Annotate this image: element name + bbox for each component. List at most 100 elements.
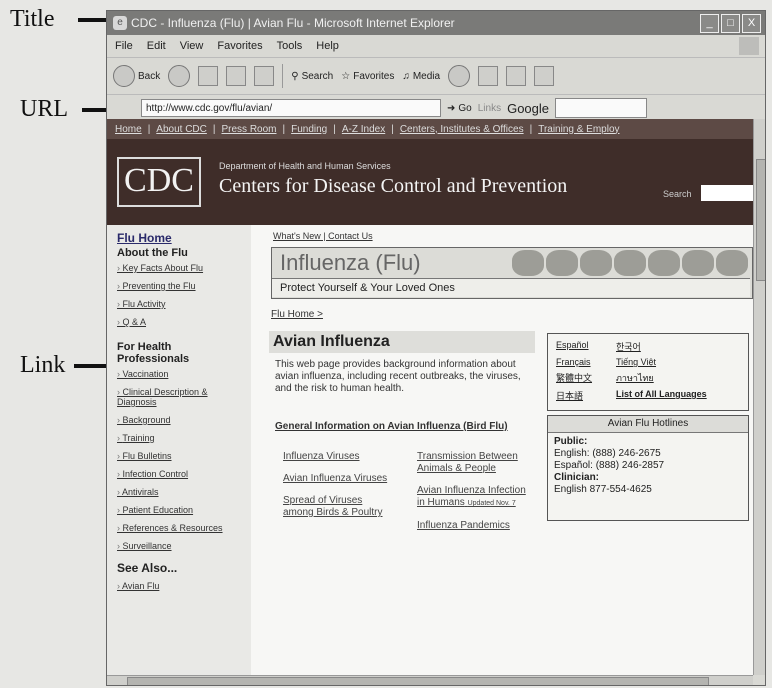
cdc-top-nav: Home | About CDC | Press Room | Funding | A-… (107, 119, 753, 139)
menu-help[interactable]: Help (316, 40, 339, 52)
banner-title: Influenza (Flu) (280, 250, 421, 275)
nav-home[interactable]: Home (115, 124, 142, 135)
history-button[interactable] (448, 65, 471, 87)
menu-view[interactable]: View (180, 40, 204, 52)
address-input[interactable]: http://www.cdc.gov/flu/avian/ (141, 99, 441, 117)
media-icon: ♫ (402, 70, 410, 82)
favorites-label: Favorites (353, 70, 395, 82)
minimize-button[interactable]: _ (700, 14, 719, 33)
content-link[interactable]: Avian Influenza Viruses (283, 473, 393, 485)
toolbar: Back ⚲ Search ☆ Favorites ♫ Media (107, 58, 765, 95)
page-title: Avian Influenza (269, 331, 535, 353)
link-column-2: Transmission Between Animals & People Av… (417, 451, 527, 542)
media-button[interactable]: ♫ Media (402, 71, 440, 82)
person-photo (614, 250, 646, 276)
language-link[interactable]: 日本語 (556, 389, 616, 402)
left-nav-link[interactable]: Infection Control (117, 469, 245, 479)
nav-a-z-index[interactable]: A-Z Index (342, 124, 385, 135)
horizontal-scrollbar[interactable] (107, 675, 753, 685)
search-icon: ⚲ (291, 70, 299, 82)
left-nav-link[interactable]: Training (117, 433, 245, 443)
nav-centers[interactable]: Centers, Institutes & Offices (400, 124, 524, 135)
mail-button[interactable] (478, 66, 499, 86)
menu-favorites[interactable]: Favorites (217, 40, 262, 52)
language-link[interactable]: Español (556, 340, 616, 353)
maximize-button[interactable]: □ (721, 14, 740, 33)
language-link[interactable]: 한국어 (616, 340, 746, 353)
scroll-thumb[interactable] (127, 677, 709, 685)
toolbar-separator (282, 64, 284, 88)
clinician-label: Clinician: (554, 472, 600, 483)
title-bar[interactable]: e CDC - Influenza (Flu) | Avian Flu - Mi… (107, 11, 765, 35)
left-nav-link[interactable]: Antivirals (117, 487, 245, 497)
browser-window: e CDC - Influenza (Flu) | Avian Flu - Mi… (106, 10, 766, 686)
nav-funding[interactable]: Funding (291, 124, 327, 135)
utility-links[interactable]: What's New | Contact Us (273, 231, 373, 241)
left-nav-link[interactable]: Clinical Description & Diagnosis (117, 387, 245, 407)
google-search-input[interactable] (555, 98, 648, 118)
language-link[interactable]: 繁體中文 (556, 371, 616, 385)
links-button[interactable]: Links (478, 103, 501, 114)
nav-training[interactable]: Training & Employ (538, 124, 619, 135)
language-link[interactable]: ภาษาไทย (616, 371, 746, 385)
menu-file[interactable]: File (115, 40, 133, 52)
go-button[interactable]: ➜ Go (447, 103, 472, 114)
menu-edit[interactable]: Edit (147, 40, 166, 52)
left-nav-link[interactable]: Avian Flu (117, 581, 245, 591)
scroll-thumb[interactable] (756, 159, 765, 281)
left-nav-link[interactable]: Preventing the Flu (117, 281, 245, 291)
content-link[interactable]: Avian Influenza Infection in Humans Upda… (417, 485, 527, 510)
vertical-scrollbar[interactable] (753, 119, 765, 675)
refresh-button[interactable] (226, 66, 247, 86)
all-languages-link[interactable]: List of All Languages (616, 389, 746, 402)
favorites-button[interactable]: ☆ Favorites (341, 71, 394, 82)
address-bar: http://www.cdc.gov/flu/avian/ ➜ Go Links… (107, 95, 765, 122)
left-nav-link[interactable]: Surveillance (117, 541, 245, 551)
content-link[interactable]: Transmission Between Animals & People (417, 451, 527, 475)
ie-icon: e (113, 16, 127, 30)
person-photo (512, 250, 544, 276)
forward-button[interactable] (168, 65, 191, 87)
public-espanol-phone: Español: (888) 246-2857 (554, 460, 665, 471)
google-toolbar-label[interactable]: Google (507, 101, 549, 116)
menu-tools[interactable]: Tools (277, 40, 303, 52)
person-photo (716, 250, 748, 276)
nav-press-room[interactable]: Press Room (221, 124, 276, 135)
banner-tagline[interactable]: Protect Yourself & Your Loved Ones (272, 278, 750, 297)
public-label: Public: (554, 436, 588, 447)
content-link[interactable]: Spread of Viruses among Birds & Poultry (283, 495, 393, 519)
language-link[interactable]: Français (556, 357, 616, 367)
print-button[interactable] (506, 66, 527, 86)
page-viewport: Home | About CDC | Press Room | Funding | A-… (107, 119, 753, 675)
left-nav-link[interactable]: Patient Education (117, 505, 245, 515)
nav-about-cdc[interactable]: About CDC (156, 124, 207, 135)
left-nav-link[interactable]: References & Resources (117, 523, 245, 533)
flu-home-link[interactable]: Flu Home (117, 231, 245, 245)
breadcrumb[interactable]: Flu Home > (271, 309, 323, 320)
cdc-banner: CDC Department of Health and Human Servi… (107, 139, 753, 225)
back-button[interactable]: Back (113, 65, 160, 87)
cdc-logo[interactable]: CDC (117, 157, 201, 207)
hotlines-title: Avian Flu Hotlines (548, 416, 748, 433)
link-callout: Link (20, 352, 66, 378)
left-nav-link[interactable]: Background (117, 415, 245, 425)
main-content: What's New | Contact Us Influenza (Flu) … (265, 225, 753, 675)
left-nav-link[interactable]: Vaccination (117, 369, 245, 379)
home-button[interactable] (254, 66, 275, 86)
see-also-heading: See Also... (117, 561, 178, 575)
left-nav-link[interactable]: Flu Bulletins (117, 451, 245, 461)
edit-button[interactable] (534, 66, 555, 86)
search-label: Search (301, 70, 334, 82)
left-nav-link[interactable]: Key Facts About Flu (117, 263, 245, 273)
content-link[interactable]: Influenza Viruses (283, 451, 393, 463)
stop-button[interactable] (198, 66, 219, 86)
language-link[interactable]: Tiếng Việt (616, 357, 746, 367)
close-button[interactable]: X (742, 14, 761, 33)
search-button[interactable]: ⚲ Search (291, 71, 333, 82)
content-link[interactable]: Influenza Pandemics (417, 520, 527, 532)
left-nav-link[interactable]: Flu Activity (117, 299, 245, 309)
general-info-link[interactable]: General Information on Avian Influenza (… (275, 421, 537, 433)
left-nav-link[interactable]: Q & A (117, 317, 245, 327)
menu-bar: File Edit View Favorites Tools Help (107, 35, 765, 58)
cdc-search-input[interactable] (701, 185, 753, 201)
